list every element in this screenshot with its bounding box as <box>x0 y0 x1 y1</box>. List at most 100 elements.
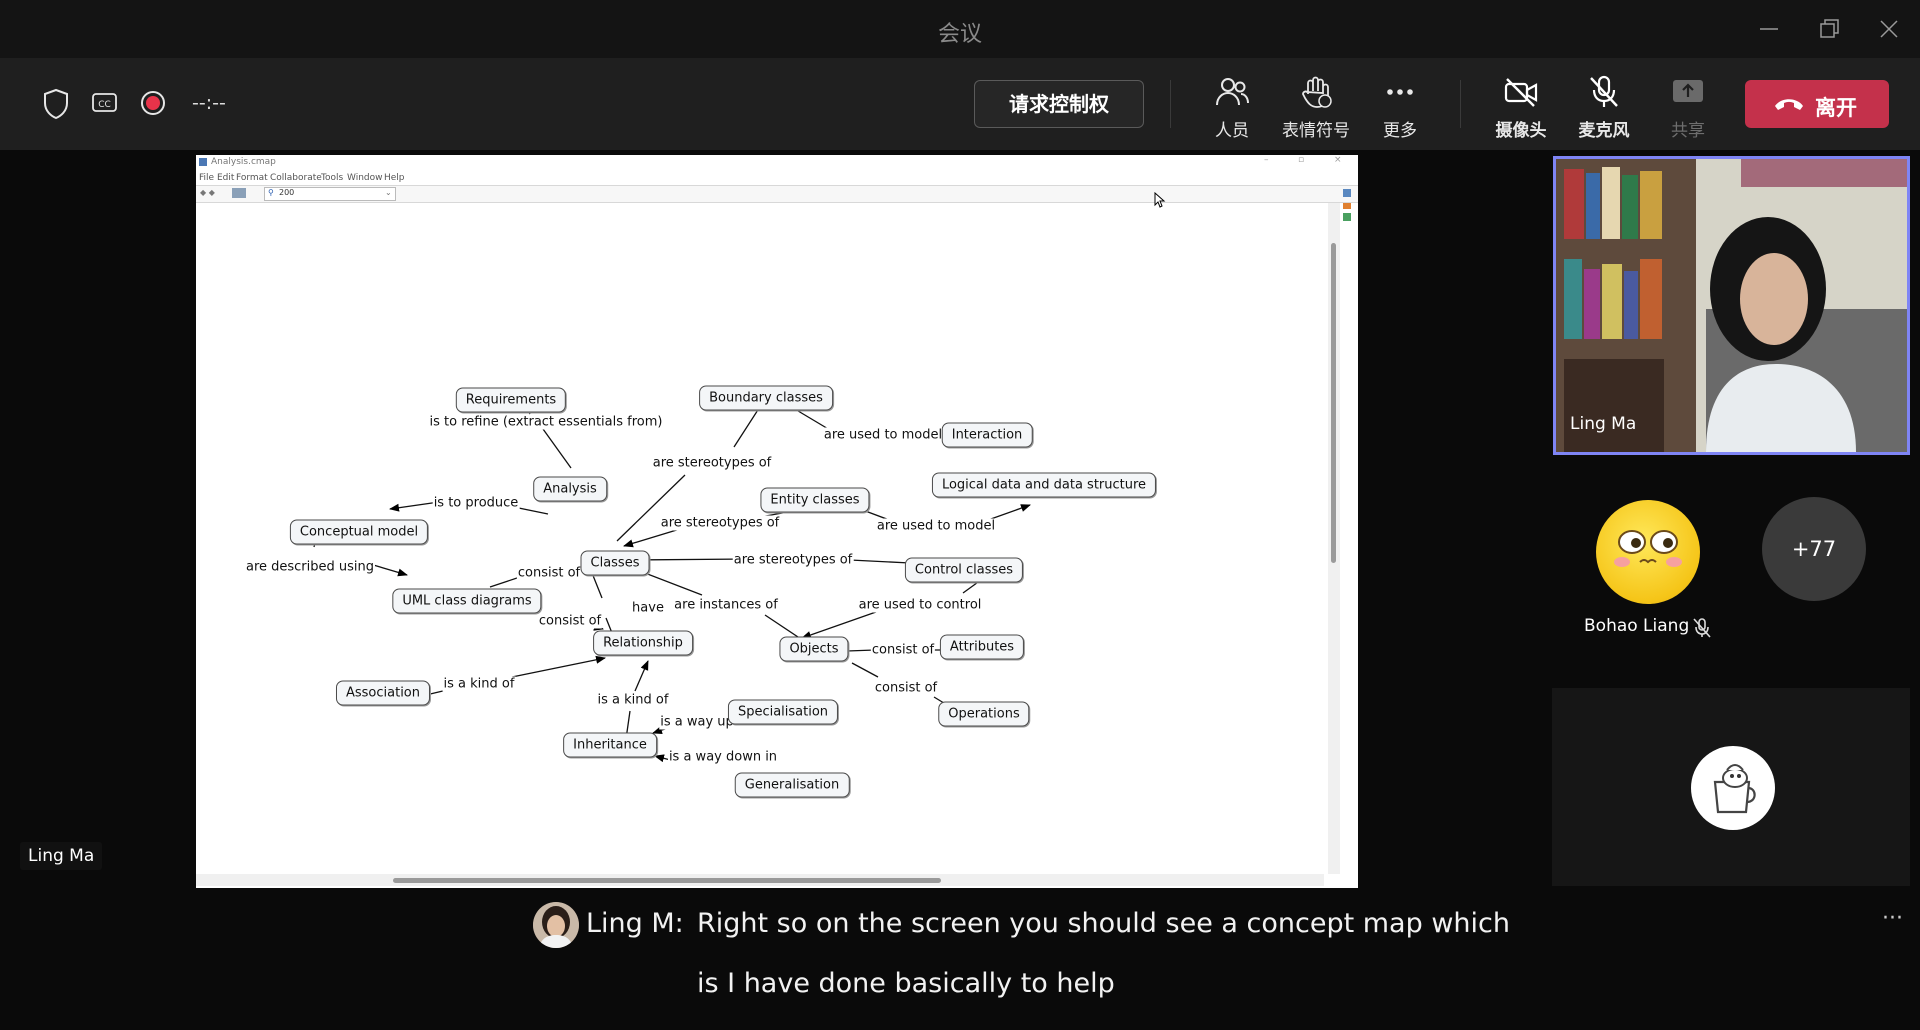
concept-specialisation[interactable]: Specialisation <box>727 699 839 725</box>
link-label[interactable]: is a way down in <box>667 749 779 765</box>
link-label[interactable]: consist of <box>516 565 582 581</box>
zoom-icon: ⚲ <box>268 188 274 197</box>
svg-text:CC: CC <box>98 100 111 110</box>
link-label[interactable]: are described using <box>244 559 376 575</box>
reactions-label: 表情符号 <box>1282 121 1350 141</box>
concept-inheritance[interactable]: Inheritance <box>563 732 657 758</box>
chevron-down-icon: ⌄ <box>385 188 392 197</box>
vertical-scrollbar[interactable] <box>1328 203 1340 874</box>
menu-format[interactable]: Format <box>236 173 268 183</box>
link-label[interactable]: are used to model <box>875 518 997 534</box>
menu-collaborate[interactable]: Collaborate <box>270 173 322 183</box>
menu-file[interactable]: File <box>199 173 214 183</box>
zoom-value: 200 <box>279 188 295 197</box>
camera-label: 摄像头 <box>1495 121 1547 141</box>
cmap-minimize-icon[interactable]: – <box>1264 155 1269 165</box>
concept-interaction[interactable]: Interaction <box>941 422 1033 448</box>
link-label[interactable]: have <box>631 600 665 616</box>
raise-hand-icon <box>1302 76 1332 108</box>
concept-boundary-classes[interactable]: Boundary classes <box>699 385 833 411</box>
cmap-window-titlebar: Analysis.cmap – ▫ × <box>196 155 1358 171</box>
menu-help[interactable]: Help <box>384 173 405 183</box>
link-label[interactable]: are stereotypes of <box>732 552 854 568</box>
link-label[interactable]: is a kind of <box>442 676 516 692</box>
concept-association[interactable]: Association <box>335 680 431 706</box>
horizontal-scroll-thumb[interactable] <box>393 878 941 883</box>
coffee-cup-icon <box>1713 764 1756 814</box>
horizontal-scrollbar[interactable] <box>196 874 1324 886</box>
link-label[interactable]: are used to control <box>857 597 983 613</box>
link-label[interactable]: are stereotypes of <box>659 515 781 531</box>
toolbar-divider <box>1460 80 1461 128</box>
presenter-name-label: Ling Ma <box>20 842 103 870</box>
concept-objects[interactable]: Objects <box>779 636 849 662</box>
link-label[interactable]: are used to model <box>822 427 944 443</box>
share-screen-icon <box>1673 80 1703 102</box>
caption-speaker-avatar <box>533 902 579 948</box>
concept-entity-classes[interactable]: Entity classes <box>760 487 870 513</box>
caption-line-2: is I have done basically to help <box>697 968 1115 999</box>
camera-off-icon <box>1504 78 1538 107</box>
window-title: 会议 <box>937 22 982 47</box>
link-label[interactable]: are instances of <box>673 597 779 613</box>
caption-speaker: Ling M: <box>586 908 684 939</box>
link-label[interactable]: consist of <box>537 613 603 629</box>
menu-window[interactable]: Window <box>347 173 383 183</box>
cmap-close-icon[interactable]: × <box>1334 155 1342 165</box>
concept-operations[interactable]: Operations <box>938 701 1030 727</box>
hang-up-icon <box>1775 99 1803 110</box>
minimize-icon[interactable] <box>1754 14 1784 44</box>
request-control-button[interactable]: 请求控制权 <box>974 80 1144 128</box>
menu-edit[interactable]: Edit <box>217 173 234 183</box>
more-label: 更多 <box>1383 121 1417 141</box>
mic-muted-icon <box>1693 618 1711 638</box>
cmap-toolbar: ◆ ◆ ⚲ 200 ⌄ <box>196 185 1358 203</box>
participant-video-tile[interactable]: Ling Ma <box>1553 156 1910 455</box>
cmap-app-icon <box>199 158 207 166</box>
avatar[interactable] <box>1596 500 1700 604</box>
concept-relationship[interactable]: Relationship <box>593 630 693 656</box>
coffee-cup-avatar[interactable] <box>1691 746 1775 830</box>
concept-attributes[interactable]: Attributes <box>939 634 1025 660</box>
link-label[interactable]: is to produce <box>432 495 520 511</box>
people-label: 人员 <box>1215 121 1249 141</box>
recording-icon <box>140 90 166 120</box>
concept-classes[interactable]: Classes <box>580 550 650 576</box>
more-participants-count[interactable]: +77 <box>1762 497 1866 601</box>
link-label[interactable]: consist of <box>873 680 939 696</box>
link-label[interactable]: is a kind of <box>596 692 670 708</box>
caption-options-icon[interactable]: ··· <box>1882 906 1903 931</box>
nav-arrows-icon[interactable]: ◆ ◆ <box>200 188 215 197</box>
toolbar-divider <box>1170 80 1171 128</box>
menu-tools[interactable]: Tools <box>321 173 343 183</box>
concept-analysis[interactable]: Analysis <box>533 476 607 502</box>
vertical-scroll-thumb[interactable] <box>1331 243 1336 563</box>
concept-generalisation[interactable]: Generalisation <box>734 772 850 798</box>
emoji-face-icon <box>1614 530 1682 567</box>
more-dots-icon <box>1387 89 1413 95</box>
restore-icon[interactable] <box>1814 14 1844 44</box>
leave-label: 离开 <box>1815 96 1857 120</box>
zoom-select[interactable]: ⚲ 200 ⌄ <box>264 187 396 201</box>
link-label[interactable]: are stereotypes of <box>651 455 773 471</box>
closed-captions-icon[interactable]: CC <box>92 92 118 118</box>
cmap-window-title: Analysis.cmap <box>211 157 276 167</box>
participant-name: Bohao Liang <box>1584 616 1690 636</box>
cmap-restore-icon[interactable]: ▫ <box>1298 155 1304 165</box>
video-feed <box>1556 159 1907 452</box>
side-tools-icon[interactable] <box>1342 189 1352 227</box>
concept-logical-data[interactable]: Logical data and data structure <box>931 472 1157 498</box>
concept-uml-class-diagrams[interactable]: UML class diagrams <box>392 588 542 614</box>
link-label[interactable]: consist of <box>870 642 936 658</box>
shared-screen: Analysis.cmap – ▫ × File Edit Format Col… <box>196 155 1358 888</box>
close-icon[interactable] <box>1874 14 1904 44</box>
concept-requirements[interactable]: Requirements <box>455 387 567 413</box>
concept-conceptual-model[interactable]: Conceptual model <box>289 519 429 545</box>
concept-control-classes[interactable]: Control classes <box>904 557 1024 583</box>
link-label[interactable]: is to refine (extract essentials from) <box>428 414 664 430</box>
layout-icon[interactable] <box>232 188 246 198</box>
leave-button[interactable]: 离开 <box>1745 80 1889 128</box>
mic-off-icon <box>1590 75 1618 107</box>
shield-icon[interactable] <box>42 88 70 124</box>
concept-map-canvas: is to refine (extract essentials from) a… <box>200 203 1324 874</box>
